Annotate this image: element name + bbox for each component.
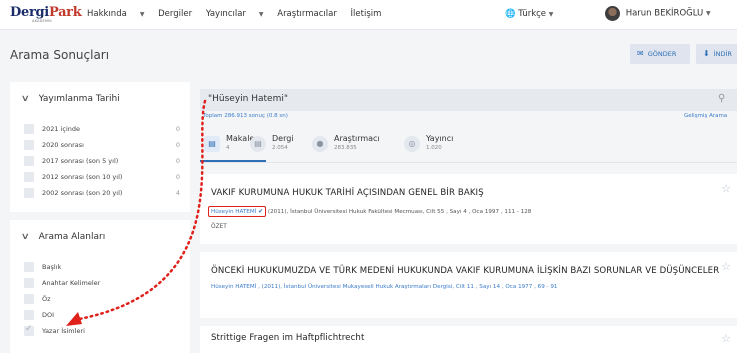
checkbox[interactable] bbox=[24, 172, 34, 182]
result-meta[interactable]: Hüseyin HATEMİ , (2011), İstanbul Üniver… bbox=[211, 284, 557, 290]
filter-option[interactable]: 2002 sonrası (son 20 yıl) 4 bbox=[24, 188, 180, 200]
verified-icon: ✔ bbox=[258, 208, 264, 215]
chevron-down-icon: ▼ bbox=[258, 11, 264, 18]
dergipark-logo[interactable]: DergiPark AKADEMİK bbox=[10, 3, 82, 24]
field-option[interactable]: Öz bbox=[24, 294, 180, 306]
avatar bbox=[605, 6, 620, 21]
checkbox[interactable] bbox=[24, 310, 34, 320]
summary-toggle[interactable]: ÖZET bbox=[211, 224, 227, 230]
search-input[interactable]: "Hüseyin Hatemi" ⚲ bbox=[200, 89, 737, 111]
publisher-icon: ◎ bbox=[404, 136, 420, 152]
nav-item-dergiler[interactable]: Dergiler bbox=[158, 9, 192, 19]
star-icon[interactable]: ☆ bbox=[721, 332, 731, 345]
nav-item-yayincilar[interactable]: Yayıncılar ▼ bbox=[206, 9, 264, 19]
author-link-highlighted[interactable]: Hüseyin HATEMİ ✔ bbox=[208, 206, 267, 217]
book-icon: ▤ bbox=[250, 136, 266, 152]
result-title-link[interactable]: VAKIF KURUMUNA HUKUK TARİHİ AÇISINDAN GE… bbox=[211, 188, 484, 198]
download-icon: ⬇ bbox=[703, 49, 710, 58]
field-option[interactable]: DOI bbox=[24, 310, 180, 322]
nav-item-arastirmacilar[interactable]: Araştırmacılar bbox=[277, 9, 337, 19]
star-icon[interactable]: ☆ bbox=[721, 260, 731, 273]
date-filter-panel: ∨ Yayımlanma Tarihi 2021 içinde 0 2020 so… bbox=[10, 82, 190, 212]
chevron-down-icon: ∨ bbox=[20, 232, 30, 242]
filter-option[interactable]: 2012 sonrası (son 10 yıl) 0 bbox=[24, 172, 180, 184]
field-option[interactable]: Anahtar Kelimeler bbox=[24, 278, 180, 290]
language-selector[interactable]: 🌐 Türkçe ▼ bbox=[505, 9, 553, 19]
checkbox[interactable] bbox=[24, 294, 34, 304]
date-filter-header[interactable]: ∨ Yayımlanma Tarihi bbox=[20, 94, 120, 104]
result-card: Strittige Fragen im Haftpflichtrecht ☆ bbox=[200, 318, 737, 353]
star-icon[interactable]: ☆ bbox=[721, 182, 731, 195]
filter-option[interactable]: 2017 sonrası (son 5 yıl) 0 bbox=[24, 156, 180, 168]
checkbox[interactable] bbox=[24, 188, 34, 198]
checkbox[interactable] bbox=[24, 124, 34, 134]
advanced-search-link[interactable]: Gelişmiş Arama bbox=[684, 113, 727, 119]
filter-option[interactable]: 2021 içinde 0 bbox=[24, 124, 180, 136]
envelope-icon: ✉ bbox=[637, 49, 644, 58]
result-meta: Hüseyin HATEMİ ✔ (2011), İstanbul Üniver… bbox=[208, 206, 531, 217]
checkbox[interactable] bbox=[24, 156, 34, 166]
result-count-text: Toplam 286.913 sonuç (0.8 sn) bbox=[203, 113, 288, 119]
result-card: ÖNCEKİ HUKUKUMUZDA VE TÜRK MEDENİ HUKUKU… bbox=[200, 252, 737, 318]
field-option-author-names[interactable]: Yazar İsimleri bbox=[24, 324, 180, 338]
page-title: Arama Sonuçları bbox=[10, 48, 110, 62]
search-fields-header[interactable]: ∨ Arama Alanları bbox=[20, 232, 106, 242]
chevron-down-icon: ▼ bbox=[548, 11, 554, 18]
search-icon[interactable]: ⚲ bbox=[718, 93, 725, 104]
download-button[interactable]: ⬇ İNDİR bbox=[696, 44, 737, 64]
field-option[interactable]: Başlık bbox=[24, 262, 180, 274]
chevron-down-icon: ▼ bbox=[705, 10, 711, 17]
checkbox[interactable] bbox=[24, 278, 34, 288]
search-fields-panel: ∨ Arama Alanları Başlık Anahtar Kelimeler… bbox=[10, 220, 190, 353]
checkbox-checked[interactable] bbox=[24, 324, 34, 336]
main-nav: Hakkında ▼ Dergiler Yayıncılar ▼ Araştırma… bbox=[87, 9, 392, 19]
person-icon: ● bbox=[312, 136, 328, 152]
chevron-down-icon: ▼ bbox=[139, 11, 145, 18]
send-button[interactable]: ✉ GÖNDER bbox=[630, 44, 690, 64]
nav-item-iletisim[interactable]: İletişim bbox=[351, 9, 382, 19]
result-title-link[interactable]: ÖNCEKİ HUKUKUMUZDA VE TÜRK MEDENİ HUKUKU… bbox=[211, 266, 719, 276]
result-card: VAKIF KURUMUNA HUKUK TARİHİ AÇISINDAN GE… bbox=[200, 174, 737, 244]
tabs-divider bbox=[200, 162, 737, 163]
checkbox[interactable] bbox=[24, 262, 34, 272]
document-icon: ▤ bbox=[204, 136, 220, 152]
globe-icon: 🌐 bbox=[505, 9, 516, 19]
filter-option[interactable]: 2020 sonrası 0 bbox=[24, 140, 180, 152]
chevron-down-icon: ∨ bbox=[20, 94, 30, 104]
top-navbar: DergiPark AKADEMİK Hakkında ▼ Dergiler Ya… bbox=[0, 0, 737, 30]
checkbox[interactable] bbox=[24, 140, 34, 150]
nav-item-hakkinda[interactable]: Hakkında ▼ bbox=[87, 9, 144, 19]
result-title-link[interactable]: Strittige Fragen im Haftpflichtrecht bbox=[211, 333, 364, 343]
user-menu[interactable]: Harun BEKİROĞLU ▼ bbox=[605, 6, 711, 21]
